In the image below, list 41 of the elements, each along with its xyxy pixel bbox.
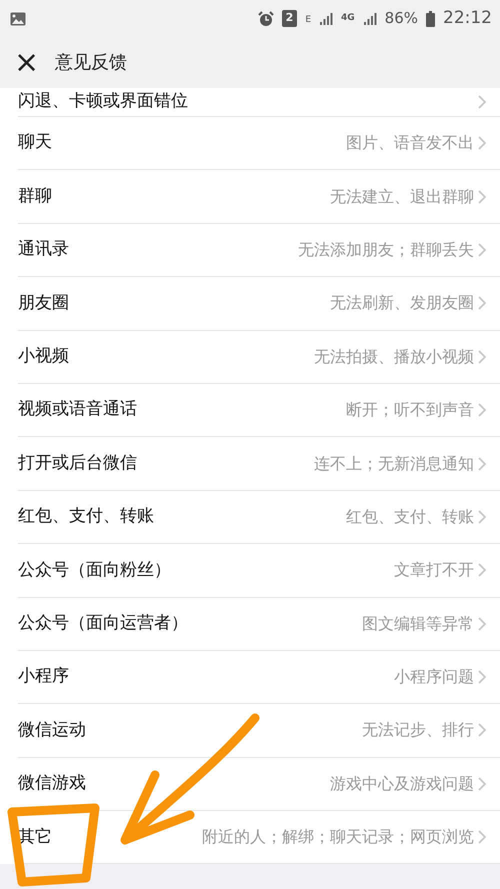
feedback-category-item[interactable]: 视频或语音通话 断开；听不到声音 (18, 384, 500, 438)
chevron-right-icon (478, 456, 486, 471)
feedback-category-item[interactable]: 公众号（面向运营者） 图文编辑等异常 (18, 598, 500, 651)
feedback-category-item[interactable]: 微信运动 无法记步、排行 (18, 704, 500, 758)
feedback-category-item[interactable]: 群聊 无法建立、退出群聊 (18, 170, 500, 224)
chevron-right-icon (478, 563, 486, 578)
chevron-right-icon (478, 510, 486, 524)
feedback-category-item[interactable]: 小程序 小程序问题 (18, 650, 500, 704)
feedback-category-item[interactable]: 闪退、卡顿或界面错位 (18, 88, 500, 117)
feedback-category-item[interactable]: 通讯录 无法添加朋友；群聊丢失 (18, 224, 500, 278)
clock-time: 22:12 (443, 6, 492, 30)
feedback-category-item[interactable]: 打开或后台微信 连不上；无新消息通知 (18, 437, 500, 491)
feedback-category-item[interactable]: 微信游戏 游戏中心及游戏问题 (18, 758, 500, 812)
battery-percent: 86% (384, 8, 418, 30)
chevron-right-icon (478, 136, 486, 150)
feedback-category-item[interactable]: 聊天 图片、语音发不出 (18, 117, 500, 170)
network-type: E (305, 14, 311, 27)
signal-icon (362, 12, 377, 26)
chevron-right-icon (478, 830, 486, 844)
chevron-right-icon (478, 776, 486, 791)
page-title: 意见反馈 (55, 51, 128, 75)
chevron-right-icon (478, 350, 486, 364)
chevron-right-icon (478, 403, 486, 418)
feedback-category-item[interactable]: 朋友圈 无法刷新、发朋友圈 (18, 277, 500, 331)
chevron-right-icon (478, 190, 486, 204)
battery-icon (426, 10, 435, 26)
alarm-clock-icon (258, 10, 274, 26)
chevron-right-icon (478, 296, 486, 310)
close-button[interactable]: × (14, 48, 40, 78)
sim-slot-badge: 2 (282, 10, 298, 27)
network-type: 4G (341, 12, 355, 25)
chevron-right-icon (478, 723, 486, 738)
chevron-right-icon (478, 670, 486, 684)
chevron-right-icon (478, 616, 486, 631)
feedback-category-item[interactable]: 公众号（面向粉丝） 文章打不开 (18, 544, 500, 598)
picture-icon (10, 12, 26, 26)
feedback-category-item[interactable]: 小视频 无法拍摄、播放小视频 (18, 330, 500, 384)
chevron-right-icon (478, 95, 486, 109)
signal-icon (319, 12, 333, 26)
feedback-category-item[interactable]: 红包、支付、转账 红包、支付、转账 (18, 490, 500, 544)
chevron-right-icon (478, 242, 486, 257)
